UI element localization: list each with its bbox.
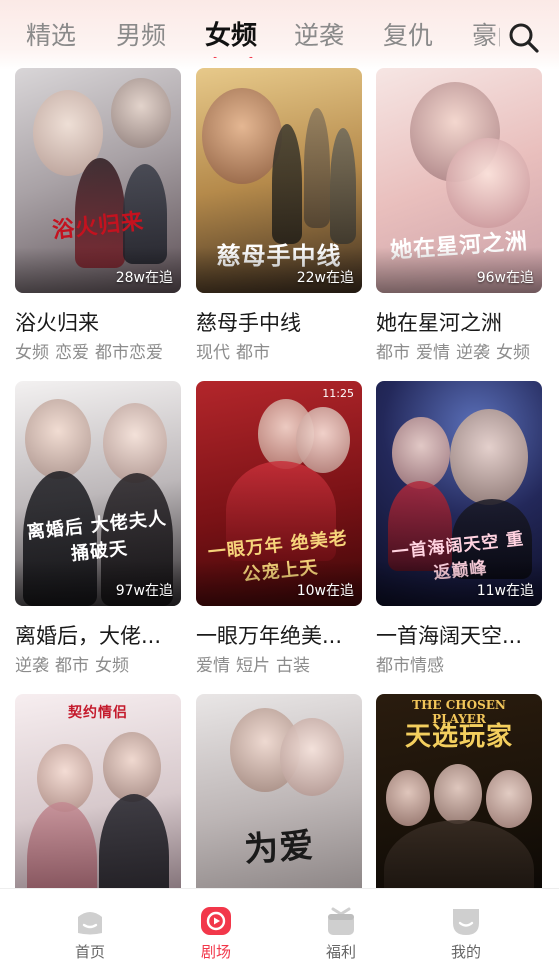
drama-tags: 爱情 短片 古装	[196, 654, 362, 678]
drama-card[interactable]: 一首海阔天空 重返巅峰 11w在追 一首海阔天空... 都市情感	[376, 381, 542, 678]
drama-tags: 现代 都市	[196, 341, 362, 365]
tab-jingxuan[interactable]: 精选	[26, 14, 76, 58]
nav-theater[interactable]: 剧场	[156, 889, 276, 970]
nav-home[interactable]: 首页	[30, 889, 150, 970]
drama-tags: 都市情感	[376, 654, 542, 678]
tag: 逆袭	[15, 656, 49, 676]
tag: 爱情	[196, 656, 230, 676]
tag: 女频	[95, 656, 129, 676]
poster-title-art: 为爱	[242, 825, 316, 871]
gift-icon	[328, 907, 354, 935]
tag: 现代	[196, 343, 230, 363]
view-count: 96w在追	[476, 270, 534, 286]
tab-nvpin-label: 女频	[205, 21, 258, 51]
nav-profile-label: 我的	[450, 943, 481, 961]
drama-title: 浴火归来	[15, 311, 99, 335]
drama-card[interactable]: 契约情侣	[15, 694, 181, 890]
drama-title: 她在星河之洲	[376, 311, 502, 335]
category-tabs: 精选 男频 女频 逆袭 复仇 豪门	[0, 14, 500, 58]
poster-title-art: 天选玩家	[404, 722, 513, 752]
nav-home-label: 首页	[74, 943, 105, 961]
tag: 都市情感	[376, 656, 444, 676]
view-count: 10w在追	[296, 583, 354, 599]
view-count: 22w在追	[296, 270, 354, 286]
drama-title: 一首海阔天空...	[376, 624, 523, 648]
active-tab-indicator	[213, 57, 253, 58]
theater-play-icon	[201, 907, 231, 935]
tag: 都市	[236, 343, 270, 363]
drama-poster: 浴火归来 28w在追	[15, 68, 181, 293]
view-count: 97w在追	[115, 583, 173, 599]
drama-card[interactable]: 离婚后 大佬夫人 捅破天 97w在追 离婚后，大佬... 逆袭 都市 女频	[15, 381, 181, 678]
category-tab-bar: 精选 男频 女频 逆袭 复仇 豪门	[0, 0, 559, 70]
drama-card[interactable]: 一眼万年 绝美老公宠上天 11:25 10w在追 一眼万年绝美... 爱情 短片古…	[196, 381, 362, 678]
view-count: 28w在追	[115, 270, 173, 286]
drama-grid: 浴火归来 28w在追 浴火归来 女频恋爱都市恋爱 慈母手中线 22w在追 慈母手…	[0, 68, 559, 890]
poster-title-art: 契约情侣	[68, 705, 128, 721]
drama-title: 慈母手中线	[196, 311, 301, 335]
bottom-navigation: 首页 剧场 福利 我的	[0, 888, 559, 970]
drama-poster: 她在星河之洲 96w在追	[376, 68, 542, 293]
drama-poster: THE CHOSEN PLAYER 天选玩家	[376, 694, 542, 890]
drama-poster: 一首海阔天空 重返巅峰 11w在追	[376, 381, 542, 606]
tag: 都市	[376, 343, 410, 363]
drama-title: 一眼万年绝美...	[196, 624, 343, 648]
tag: 恋爱	[55, 343, 89, 363]
tab-nixi[interactable]: 逆袭	[294, 14, 344, 58]
home-icon	[78, 912, 102, 935]
view-count: 11w在追	[476, 583, 534, 599]
tag: 爱情	[416, 343, 450, 363]
drama-title: 离婚后，大佬...	[15, 624, 162, 648]
drama-poster: 离婚后 大佬夫人 捅破天 97w在追	[15, 381, 181, 606]
tag: 都市	[55, 656, 89, 676]
drama-card[interactable]: THE CHOSEN PLAYER 天选玩家	[376, 694, 542, 890]
drama-poster: 契约情侣	[15, 694, 181, 890]
tab-fuchou[interactable]: 复仇	[383, 14, 433, 58]
tab-haomen[interactable]: 豪门	[472, 14, 500, 58]
nav-theater-label: 剧场	[200, 943, 231, 961]
drama-poster: 一眼万年 绝美老公宠上天 11:25 10w在追	[196, 381, 362, 606]
tag: 都市恋爱	[95, 343, 163, 363]
nav-profile[interactable]: 我的	[406, 889, 526, 970]
tab-nanpin[interactable]: 男频	[116, 14, 166, 58]
drama-tags: 逆袭 都市 女频	[15, 654, 181, 678]
nav-welfare-label: 福利	[325, 943, 356, 961]
tag: 逆袭	[456, 343, 490, 363]
drama-poster: 为爱	[196, 694, 362, 890]
drama-card[interactable]: 慈母手中线 22w在追 慈母手中线 现代都市	[196, 68, 362, 365]
drama-poster: 慈母手中线 22w在追	[196, 68, 362, 293]
tag: 古装	[276, 656, 310, 676]
tag: 女频	[15, 343, 49, 363]
poster-clock: 11:25	[322, 387, 354, 400]
tab-nvpin[interactable]: 女频	[205, 14, 257, 58]
tag: 短片	[236, 656, 270, 676]
drama-card[interactable]: 她在星河之洲 96w在追 她在星河之洲 都市 爱情 逆袭 女频	[376, 68, 542, 365]
search-icon[interactable]	[506, 20, 542, 56]
tag: 女频	[496, 343, 530, 363]
drama-tags: 女频 恋爱 都市恋爱	[15, 341, 181, 365]
drama-card[interactable]: 浴火归来 28w在追 浴火归来 女频 恋爱 都市恋爱	[15, 68, 181, 365]
drama-tags: 都市 爱情 逆袭 女频	[376, 341, 542, 365]
nav-welfare[interactable]: 福利	[281, 889, 401, 970]
profile-icon	[453, 909, 479, 935]
drama-card[interactable]: 为爱	[196, 694, 362, 890]
